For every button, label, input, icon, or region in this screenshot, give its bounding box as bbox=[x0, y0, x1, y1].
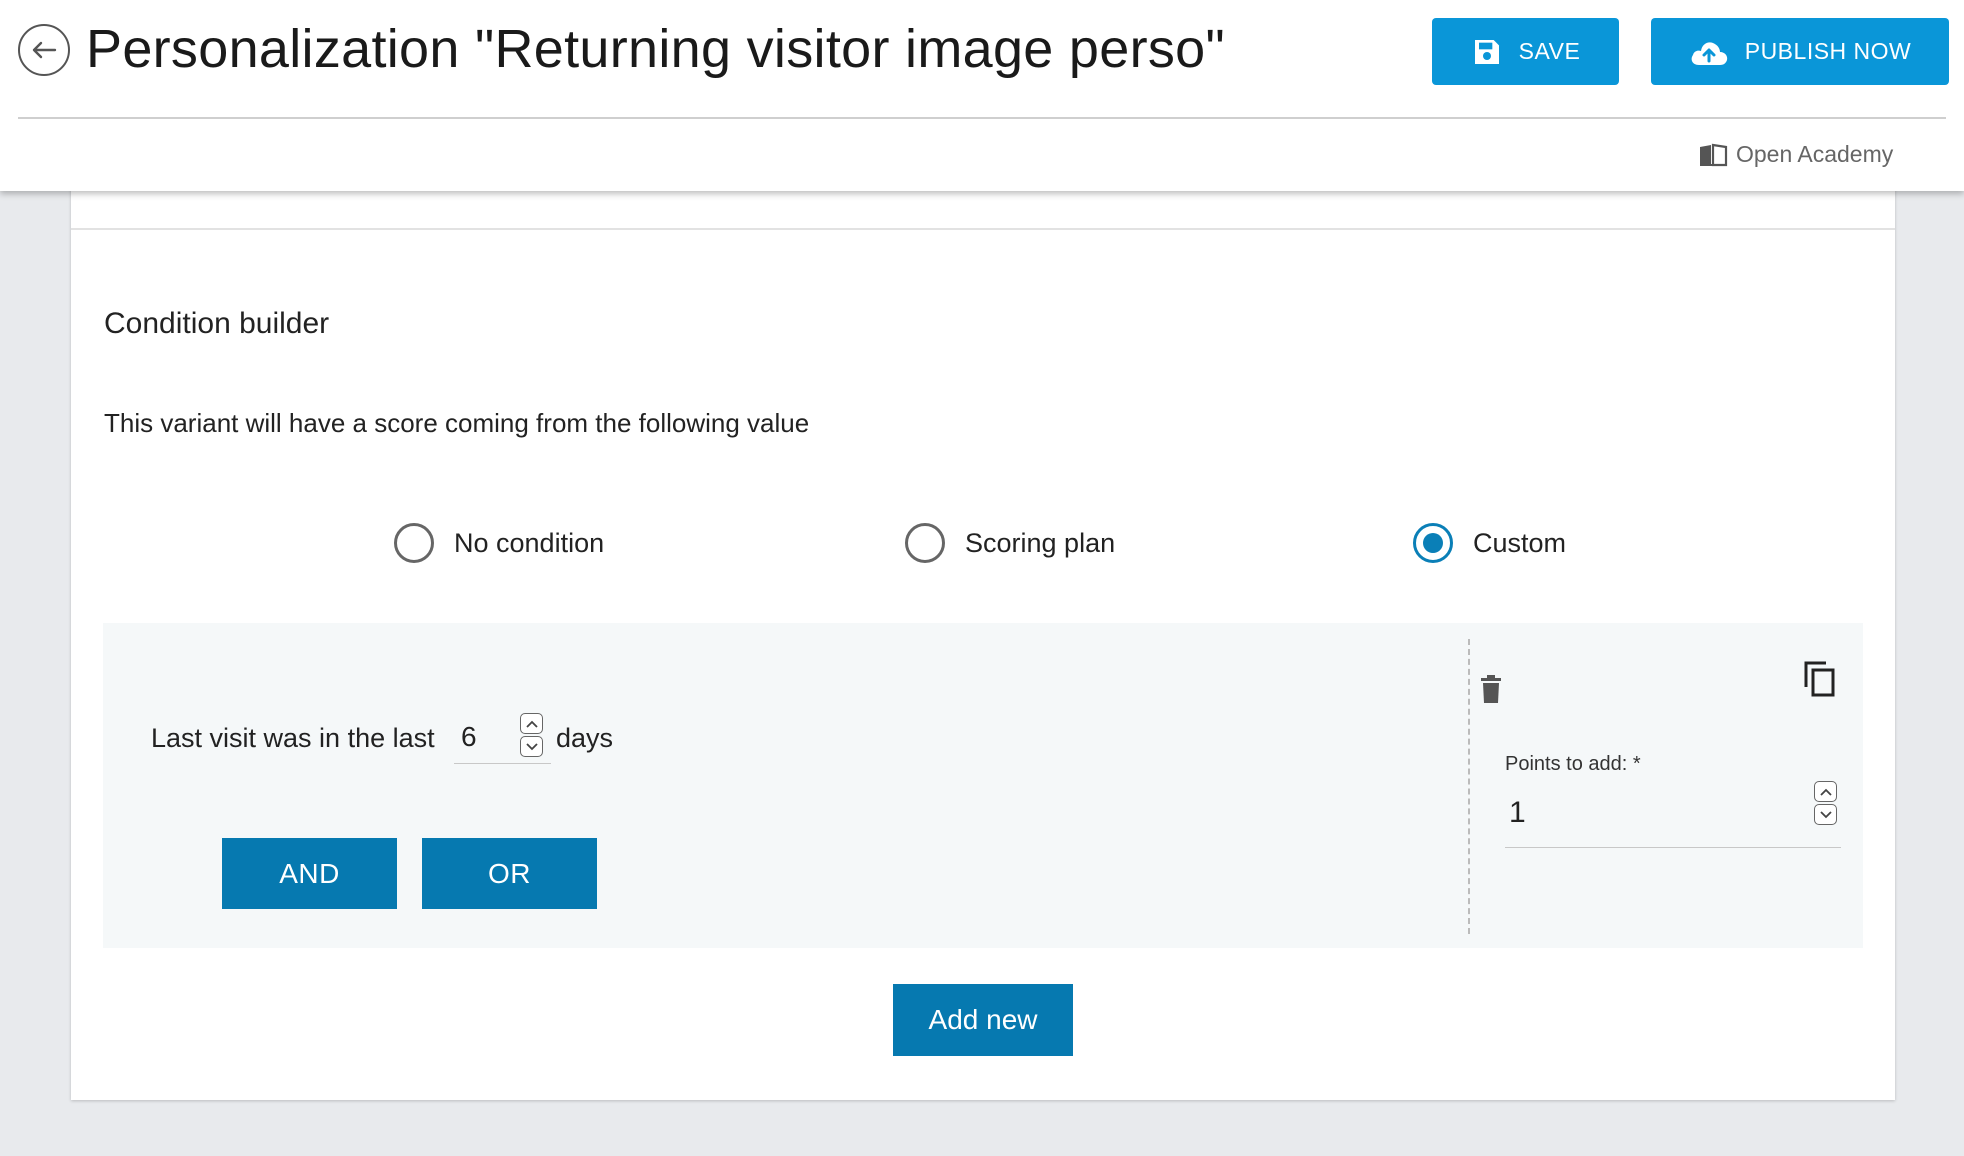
copy-icon[interactable] bbox=[1804, 661, 1836, 697]
publish-label: PUBLISH NOW bbox=[1744, 38, 1912, 64]
or-button[interactable]: OR bbox=[422, 838, 597, 909]
condition-builder-description: This variant will have a score coming fr… bbox=[104, 408, 810, 438]
rule-suffix: days bbox=[556, 723, 614, 753]
points-to-add-label: Points to add: * bbox=[1505, 753, 1641, 775]
days-value: 6 bbox=[461, 721, 477, 752]
save-button[interactable]: SAVE bbox=[1432, 18, 1619, 85]
chevron-down-icon bbox=[525, 742, 538, 750]
increment-button[interactable] bbox=[1814, 781, 1837, 802]
condition-builder-title: Condition builder bbox=[104, 307, 330, 340]
back-button[interactable] bbox=[18, 24, 70, 76]
decrement-button[interactable] bbox=[520, 736, 543, 757]
radio-scoring-plan[interactable]: Scoring plan bbox=[905, 523, 1115, 563]
header-divider bbox=[18, 117, 1946, 119]
card-divider bbox=[71, 228, 1895, 230]
add-new-button[interactable]: Add new bbox=[893, 984, 1073, 1056]
points-stepper[interactable] bbox=[1814, 781, 1837, 825]
page-title: Personalization "Returning visitor image… bbox=[86, 19, 1225, 79]
condition-card: Condition builder This variant will have… bbox=[71, 180, 1895, 1100]
chevron-up-icon bbox=[1819, 788, 1832, 796]
points-value: 1 bbox=[1509, 796, 1526, 829]
radio-no-condition[interactable]: No condition bbox=[394, 523, 604, 563]
condition-panel: Last visit was in the last 6 days AND OR… bbox=[103, 623, 1863, 948]
dashed-divider bbox=[1468, 639, 1470, 934]
save-label: SAVE bbox=[1518, 38, 1581, 64]
days-stepper[interactable] bbox=[520, 713, 543, 757]
chevron-up-icon bbox=[525, 720, 538, 728]
radio-label: Custom bbox=[1473, 527, 1567, 558]
and-button[interactable]: AND bbox=[222, 838, 397, 909]
radio-label: No condition bbox=[454, 527, 605, 558]
open-academy-link[interactable]: Open Academy bbox=[1698, 141, 1893, 168]
radio-button[interactable] bbox=[905, 523, 945, 563]
arrow-left-icon bbox=[32, 41, 57, 59]
trash-icon[interactable] bbox=[1480, 675, 1502, 703]
radio-selected-dot bbox=[1423, 533, 1443, 553]
floppy-disk-icon bbox=[1474, 39, 1499, 64]
radio-custom[interactable]: Custom bbox=[1413, 523, 1566, 563]
top-header: Personalization "Returning visitor image… bbox=[0, 0, 1964, 191]
radio-button-selected[interactable] bbox=[1413, 523, 1453, 563]
increment-button[interactable] bbox=[520, 713, 543, 734]
rule-prefix: Last visit was in the last bbox=[151, 723, 435, 753]
open-book-icon bbox=[1700, 143, 1728, 166]
points-input[interactable]: 1 bbox=[1505, 778, 1841, 848]
publish-now-button[interactable]: PUBLISH NOW bbox=[1651, 18, 1949, 85]
radio-button[interactable] bbox=[394, 523, 434, 563]
radio-label: Scoring plan bbox=[965, 527, 1116, 558]
decrement-button[interactable] bbox=[1814, 804, 1837, 825]
cloud-upload-icon bbox=[1691, 41, 1727, 65]
chevron-down-icon bbox=[1819, 810, 1832, 818]
days-number-input[interactable]: 6 bbox=[454, 713, 551, 764]
open-academy-label: Open Academy bbox=[1736, 141, 1894, 167]
